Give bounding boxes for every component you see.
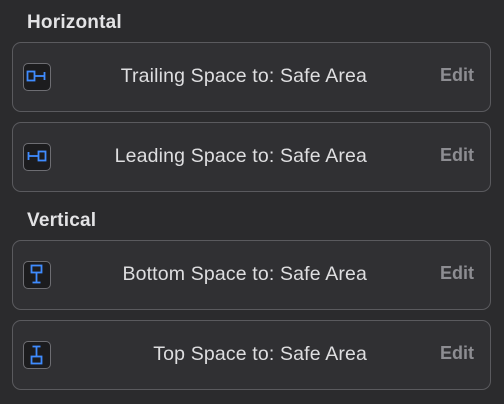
constraint-label: Bottom Space to: Safe Area: [122, 263, 367, 285]
leading-space-icon: [23, 143, 51, 171]
top-space-icon: [23, 341, 51, 369]
constraint-label: Top Space to: Safe Area: [153, 343, 367, 365]
edit-button[interactable]: Edit: [440, 145, 474, 166]
edit-button[interactable]: Edit: [440, 343, 474, 364]
constraint-row-top-space[interactable]: Top Space to: Safe Area Edit: [12, 320, 491, 390]
constraint-label: Trailing Space to: Safe Area: [120, 65, 367, 87]
constraint-label: Leading Space to: Safe Area: [114, 145, 367, 167]
constraint-row-leading-space[interactable]: Leading Space to: Safe Area Edit: [12, 122, 491, 192]
edit-button[interactable]: Edit: [440, 263, 474, 284]
edit-button[interactable]: Edit: [440, 65, 474, 86]
section-title-horizontal: Horizontal: [27, 12, 122, 33]
constraint-row-bottom-space[interactable]: Bottom Space to: Safe Area Edit: [12, 240, 491, 310]
section-title-vertical: Vertical: [27, 210, 97, 231]
constraint-row-trailing-space[interactable]: Trailing Space to: Safe Area Edit: [12, 42, 491, 112]
bottom-space-icon: [23, 261, 51, 289]
trailing-space-icon: [23, 63, 51, 91]
